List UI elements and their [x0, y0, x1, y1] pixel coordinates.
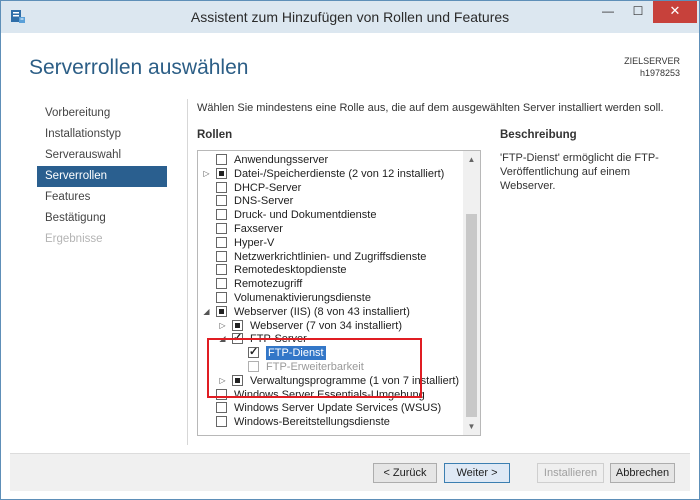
wizard-content: Serverrollen auswählen ZIELSERVER h19782…: [10, 33, 690, 453]
nav-divider: [187, 99, 188, 445]
role-row[interactable]: Remotedesktopdienste: [198, 263, 464, 277]
role-label: Verwaltungsprogramme (1 von 7 installier…: [250, 374, 460, 387]
nav-item-6: Ergebnisse: [45, 233, 103, 245]
page-title: Serverrollen auswählen: [29, 56, 249, 79]
role-row[interactable]: Volumenaktivierungsdienste: [198, 291, 464, 305]
role-row[interactable]: Windows Server Update Services (WSUS): [198, 401, 464, 415]
role-label: Netzwerkrichtlinien- und Zugriffsdienste: [234, 250, 427, 263]
role-row[interactable]: Windows-Bereitstellungsdienste: [198, 415, 464, 429]
role-checkbox[interactable]: [216, 264, 227, 276]
expanded-triangle-icon[interactable]: ◢: [218, 332, 227, 346]
nav-item-5[interactable]: Bestätigung: [37, 208, 167, 229]
role-checkbox: [248, 361, 259, 372]
role-row[interactable]: Faxserver: [198, 222, 464, 236]
role-row[interactable]: ▷ Datei-/Speicherdienste (2 von 12 instal…: [198, 167, 464, 181]
wizard-footer: < Zurück Weiter > Installieren Abbrechen: [10, 453, 690, 491]
role-label: Windows-Bereitstellungsdienste: [234, 416, 390, 429]
nav-item-3[interactable]: Serverrollen: [37, 166, 167, 187]
scroll-down-icon[interactable]: ▼: [463, 418, 480, 435]
description-heading: Beschreibung: [500, 129, 577, 141]
role-checkbox[interactable]: [248, 345, 259, 359]
nav-item-1[interactable]: Installationstyp: [37, 124, 167, 145]
role-row[interactable]: DHCP-Server: [198, 181, 464, 195]
role-label: FTP-Erweiterbarkeit: [266, 361, 364, 373]
role-label: Remotedesktopdienste: [234, 264, 347, 277]
roles-heading: Rollen: [197, 129, 233, 141]
nav-item-0[interactable]: Vorbereitung: [37, 103, 167, 124]
title-bar[interactable]: Assistent zum Hinzufügen von Rollen und …: [1, 1, 699, 33]
role-row[interactable]: FTP-Dienst: [198, 345, 464, 361]
role-label: FTP-Dienst: [266, 346, 326, 361]
nav-item-4[interactable]: Features: [37, 187, 167, 208]
role-checkbox[interactable]: [216, 402, 227, 414]
role-row[interactable]: Hyper-V: [198, 236, 464, 250]
scroll-thumb[interactable]: [466, 214, 477, 417]
nav-item-2[interactable]: Serverauswahl: [37, 145, 167, 166]
role-checkbox[interactable]: [216, 154, 227, 165]
role-label: Remotezugriff: [234, 278, 303, 291]
role-label: Windows Server Essentials-Umgebung: [234, 388, 425, 401]
role-checkbox[interactable]: [216, 388, 227, 400]
role-label: Faxserver: [234, 223, 283, 235]
role-label: Webserver (7 von 34 installiert): [250, 319, 403, 332]
role-label: Windows Server Update Services (WSUS): [234, 402, 442, 415]
target-server: ZIELSERVER h1978253: [624, 55, 680, 79]
role-checkbox[interactable]: [216, 181, 227, 193]
role-row[interactable]: Remotezugriff: [198, 277, 464, 291]
role-row[interactable]: ◢ Webserver (IIS) (8 von 43 installiert): [198, 305, 464, 319]
role-row[interactable]: Netzwerkrichtlinien- und Zugriffsdienste: [198, 250, 464, 264]
role-row[interactable]: Druck- und Dokumentdienste: [198, 208, 464, 222]
role-row[interactable]: Windows Server Essentials-Umgebung: [198, 388, 464, 402]
target-server-name: h1978253: [639, 68, 680, 78]
role-checkbox[interactable]: [216, 305, 227, 317]
close-button[interactable]: ✕: [653, 1, 697, 23]
role-checkbox[interactable]: [216, 209, 227, 221]
role-checkbox[interactable]: [216, 167, 227, 179]
target-server-label: ZIELSERVER: [624, 56, 680, 66]
role-checkbox[interactable]: [216, 195, 227, 207]
role-label: Webserver (IIS) (8 von 43 installiert): [234, 305, 410, 318]
collapsed-triangle-icon[interactable]: ▷: [218, 374, 227, 388]
role-checkbox[interactable]: [216, 223, 227, 234]
role-label: DNS-Server: [234, 195, 294, 208]
role-checkbox[interactable]: [232, 319, 243, 331]
role-label: Hyper-V: [234, 236, 275, 249]
role-checkbox[interactable]: [232, 331, 243, 345]
collapsed-triangle-icon[interactable]: ▷: [218, 319, 227, 333]
role-label: Anwendungsserver: [234, 154, 329, 166]
back-button[interactable]: < Zurück: [373, 463, 437, 483]
wizard-window: Assistent zum Hinzufügen von Rollen und …: [0, 0, 700, 500]
role-checkbox[interactable]: [216, 236, 227, 248]
role-checkbox[interactable]: [216, 250, 227, 262]
role-row[interactable]: ▷ Verwaltungsprogramme (1 von 7 installie…: [198, 374, 464, 388]
role-label: DHCP-Server: [234, 181, 302, 194]
role-row[interactable]: FTP-Erweiterbarkeit: [198, 360, 464, 374]
role-label: Druck- und Dokumentdienste: [234, 209, 377, 222]
role-checkbox[interactable]: [232, 374, 243, 386]
minimize-button[interactable]: —: [593, 1, 623, 23]
role-checkbox[interactable]: [216, 278, 227, 290]
cancel-button[interactable]: Abbrechen: [610, 463, 675, 483]
role-row[interactable]: DNS-Server: [198, 194, 464, 208]
role-label: Datei-/Speicherdienste (2 von 12 install…: [234, 167, 445, 180]
expanded-triangle-icon[interactable]: ◢: [202, 305, 211, 319]
role-checkbox[interactable]: [216, 416, 227, 428]
roles-tree[interactable]: Anwendungsserver ▷ Datei-/Speicherdienste …: [197, 150, 481, 436]
next-button[interactable]: Weiter >: [444, 463, 510, 483]
install-button[interactable]: Installieren: [537, 463, 604, 483]
roles-scrollbar[interactable]: ▲ ▼: [463, 151, 480, 435]
role-row[interactable]: ◢ FTP-Server: [198, 331, 464, 346]
maximize-button[interactable]: ☐: [623, 1, 653, 23]
collapsed-triangle-icon[interactable]: ▷: [202, 167, 211, 181]
scroll-up-icon[interactable]: ▲: [463, 151, 480, 168]
role-checkbox[interactable]: [216, 292, 227, 303]
role-label: FTP-Server: [250, 333, 307, 346]
instructions-text: Wählen Sie mindestens eine Rolle aus, di…: [197, 102, 664, 114]
role-label: Volumenaktivierungsdienste: [234, 292, 371, 304]
description-text: 'FTP-Dienst' ermöglicht die FTP-Veröffen…: [500, 152, 659, 192]
role-row[interactable]: Anwendungsserver: [198, 153, 464, 167]
